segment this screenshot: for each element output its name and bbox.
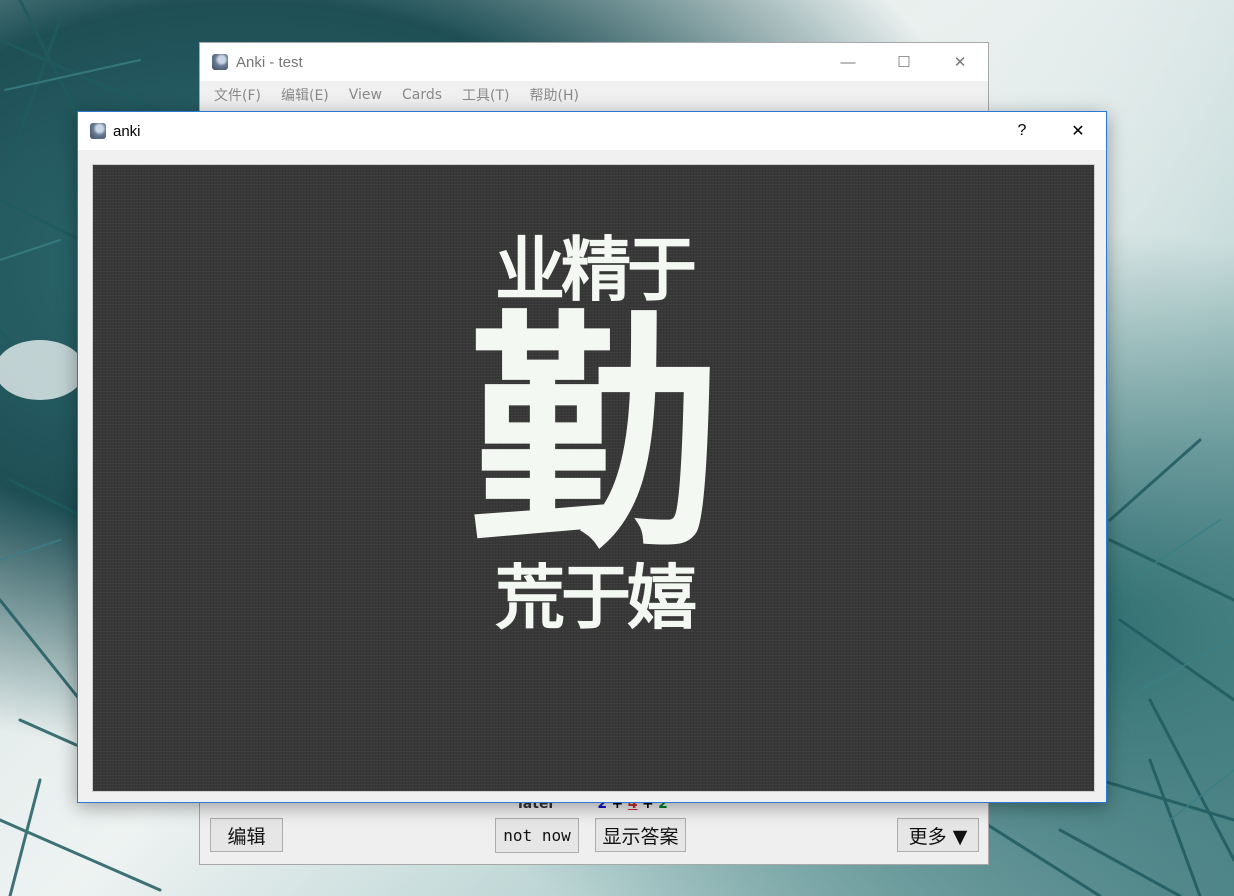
maximize-button[interactable]: ☐: [876, 43, 932, 81]
help-button[interactable]: ?: [994, 112, 1050, 150]
anki-app-icon: [90, 123, 106, 139]
edit-button[interactable]: 编辑: [210, 818, 283, 852]
review-bottom-bar: later 2 + 4 + 2 编辑 not now 显示答案 更多 ▼: [200, 796, 988, 864]
card-content: 业精于 勤 荒于嬉: [92, 164, 1095, 792]
menu-cards[interactable]: Cards: [392, 87, 452, 103]
close-button[interactable]: ✕: [932, 43, 988, 81]
minimize-button[interactable]: —: [820, 43, 876, 81]
menu-view[interactable]: View: [339, 87, 392, 103]
dialog-title-bar[interactable]: anki ? ✕: [78, 112, 1106, 150]
menu-help[interactable]: 帮助(H): [520, 85, 589, 105]
anki-app-icon: [212, 54, 228, 70]
show-answer-button[interactable]: 显示答案: [595, 818, 686, 852]
menu-tools[interactable]: 工具(T): [452, 85, 519, 105]
dialog-close-button[interactable]: ✕: [1050, 112, 1106, 150]
motto-image: 业精于 勤 荒于嬉: [469, 231, 719, 637]
card-preview-dialog: anki ? ✕ 业精于 勤 荒于嬉: [77, 111, 1107, 803]
main-title-bar[interactable]: Anki - test — ☐ ✕: [200, 43, 988, 81]
motto-line-bottom: 荒于嬉: [495, 557, 697, 639]
menu-edit[interactable]: 编辑(E): [271, 85, 339, 105]
not-now-button[interactable]: not now: [495, 818, 579, 853]
more-button[interactable]: 更多 ▼: [897, 818, 979, 852]
dialog-title: anki: [113, 122, 141, 140]
main-window-title: Anki - test: [236, 53, 303, 71]
menu-bar: 文件(F) 编辑(E) View Cards 工具(T) 帮助(H): [200, 81, 988, 109]
menu-file[interactable]: 文件(F): [204, 85, 271, 105]
motto-main-character: 勤: [469, 290, 719, 581]
